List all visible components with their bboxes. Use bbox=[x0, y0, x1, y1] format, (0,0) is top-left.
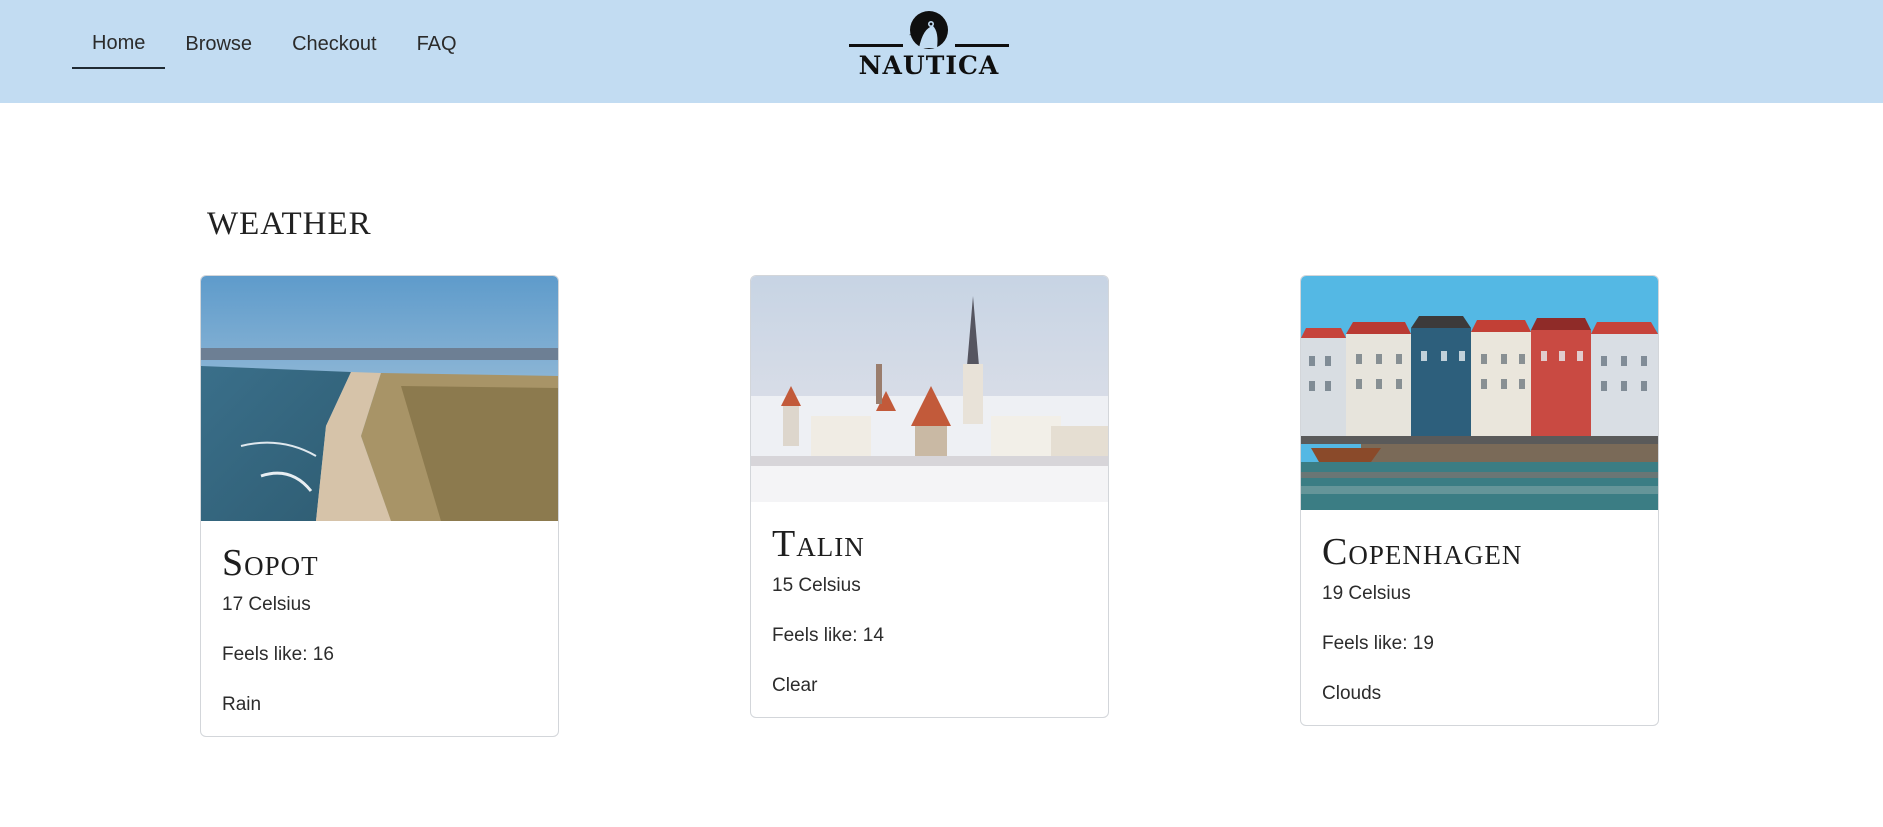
city-image bbox=[751, 276, 1108, 502]
nautica-logo[interactable]: NAUTICA bbox=[847, 8, 1011, 82]
feels-like: Feels like: 16 bbox=[222, 644, 334, 665]
feels-like: Feels like: 19 bbox=[1322, 633, 1434, 654]
weather-condition: Rain bbox=[222, 694, 262, 715]
nav-home[interactable]: Home bbox=[72, 28, 166, 69]
feels-like: Feels like: 14 bbox=[772, 625, 884, 646]
logo-text: NAUTICA bbox=[858, 51, 1000, 80]
temperature: 17 Celsius bbox=[222, 594, 311, 615]
weather-condition: Clouds bbox=[1322, 683, 1382, 704]
nav-links: Home Browse Checkout FAQ bbox=[72, 28, 477, 69]
penguin-logo-icon bbox=[849, 11, 1009, 49]
card-body: Copenhagen 19 Celsius Feels like: 19 Clo… bbox=[1301, 510, 1658, 706]
temperature: 15 Celsius bbox=[772, 575, 861, 596]
weather-card-talin: Talin 15 Celsius Feels like: 14 Clear bbox=[750, 275, 1109, 718]
card-body: Sopot 17 Celsius Feels like: 16 Rain bbox=[201, 521, 558, 717]
nav-browse[interactable]: Browse bbox=[165, 29, 272, 68]
top-navbar: Home Browse Checkout FAQ NAUTICA bbox=[0, 0, 1883, 103]
city-image bbox=[1301, 276, 1658, 510]
weather-card-copenhagen: Copenhagen 19 Celsius Feels like: 19 Clo… bbox=[1300, 275, 1659, 726]
card-body: Talin 15 Celsius Feels like: 14 Clear bbox=[751, 502, 1108, 698]
city-name: Sopot bbox=[222, 542, 319, 584]
weather-card-sopot: Sopot 17 Celsius Feels like: 16 Rain bbox=[200, 275, 559, 737]
city-image bbox=[201, 276, 558, 521]
weather-condition: Clear bbox=[772, 675, 818, 696]
temperature: 19 Celsius bbox=[1322, 583, 1411, 604]
nav-faq[interactable]: FAQ bbox=[397, 29, 477, 68]
section-title: WEATHER bbox=[207, 206, 372, 242]
city-name: Copenhagen bbox=[1322, 531, 1523, 573]
nav-checkout[interactable]: Checkout bbox=[272, 29, 397, 68]
city-name: Talin bbox=[772, 523, 865, 565]
